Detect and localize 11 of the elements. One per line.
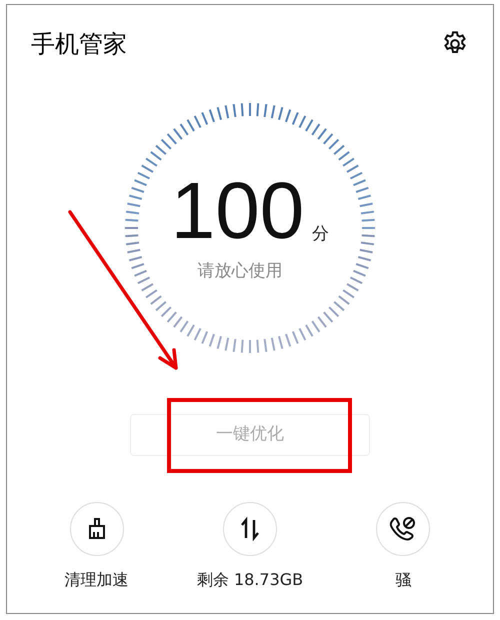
phone-block-icon [389, 516, 418, 542]
score-value: 100 [170, 171, 304, 252]
tool-label: 清理加速 [64, 569, 129, 591]
tool-button[interactable] [222, 502, 277, 556]
tool-label: 剩余 18.73GB [196, 569, 304, 591]
tool-button[interactable] [70, 502, 124, 556]
score-unit: 分 [312, 222, 330, 246]
status-caption: 请放心使用 [198, 260, 282, 284]
app-title: 手机管家 [31, 29, 127, 60]
tool-button[interactable] [376, 502, 430, 556]
tool-label: 骚 [395, 569, 412, 591]
